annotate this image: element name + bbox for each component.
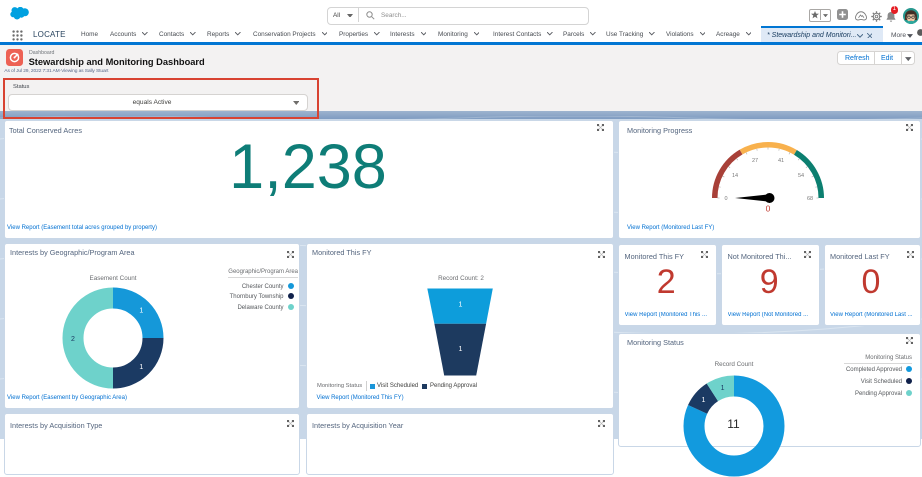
svg-text:11: 11 [727,417,740,431]
svg-text:1: 1 [701,397,705,404]
svg-text:54: 54 [798,173,804,179]
svg-text:1: 1 [459,346,463,353]
svg-text:1: 1 [721,385,725,392]
svg-text:2: 2 [71,336,75,343]
svg-text:27: 27 [752,158,758,164]
svg-text:14: 14 [732,173,738,179]
svg-text:68: 68 [807,196,813,202]
svg-text:0: 0 [724,196,727,202]
svg-text:0: 0 [766,204,771,214]
svg-text:1: 1 [139,364,143,371]
svg-text:1: 1 [459,301,463,308]
svg-text:41: 41 [778,158,784,164]
